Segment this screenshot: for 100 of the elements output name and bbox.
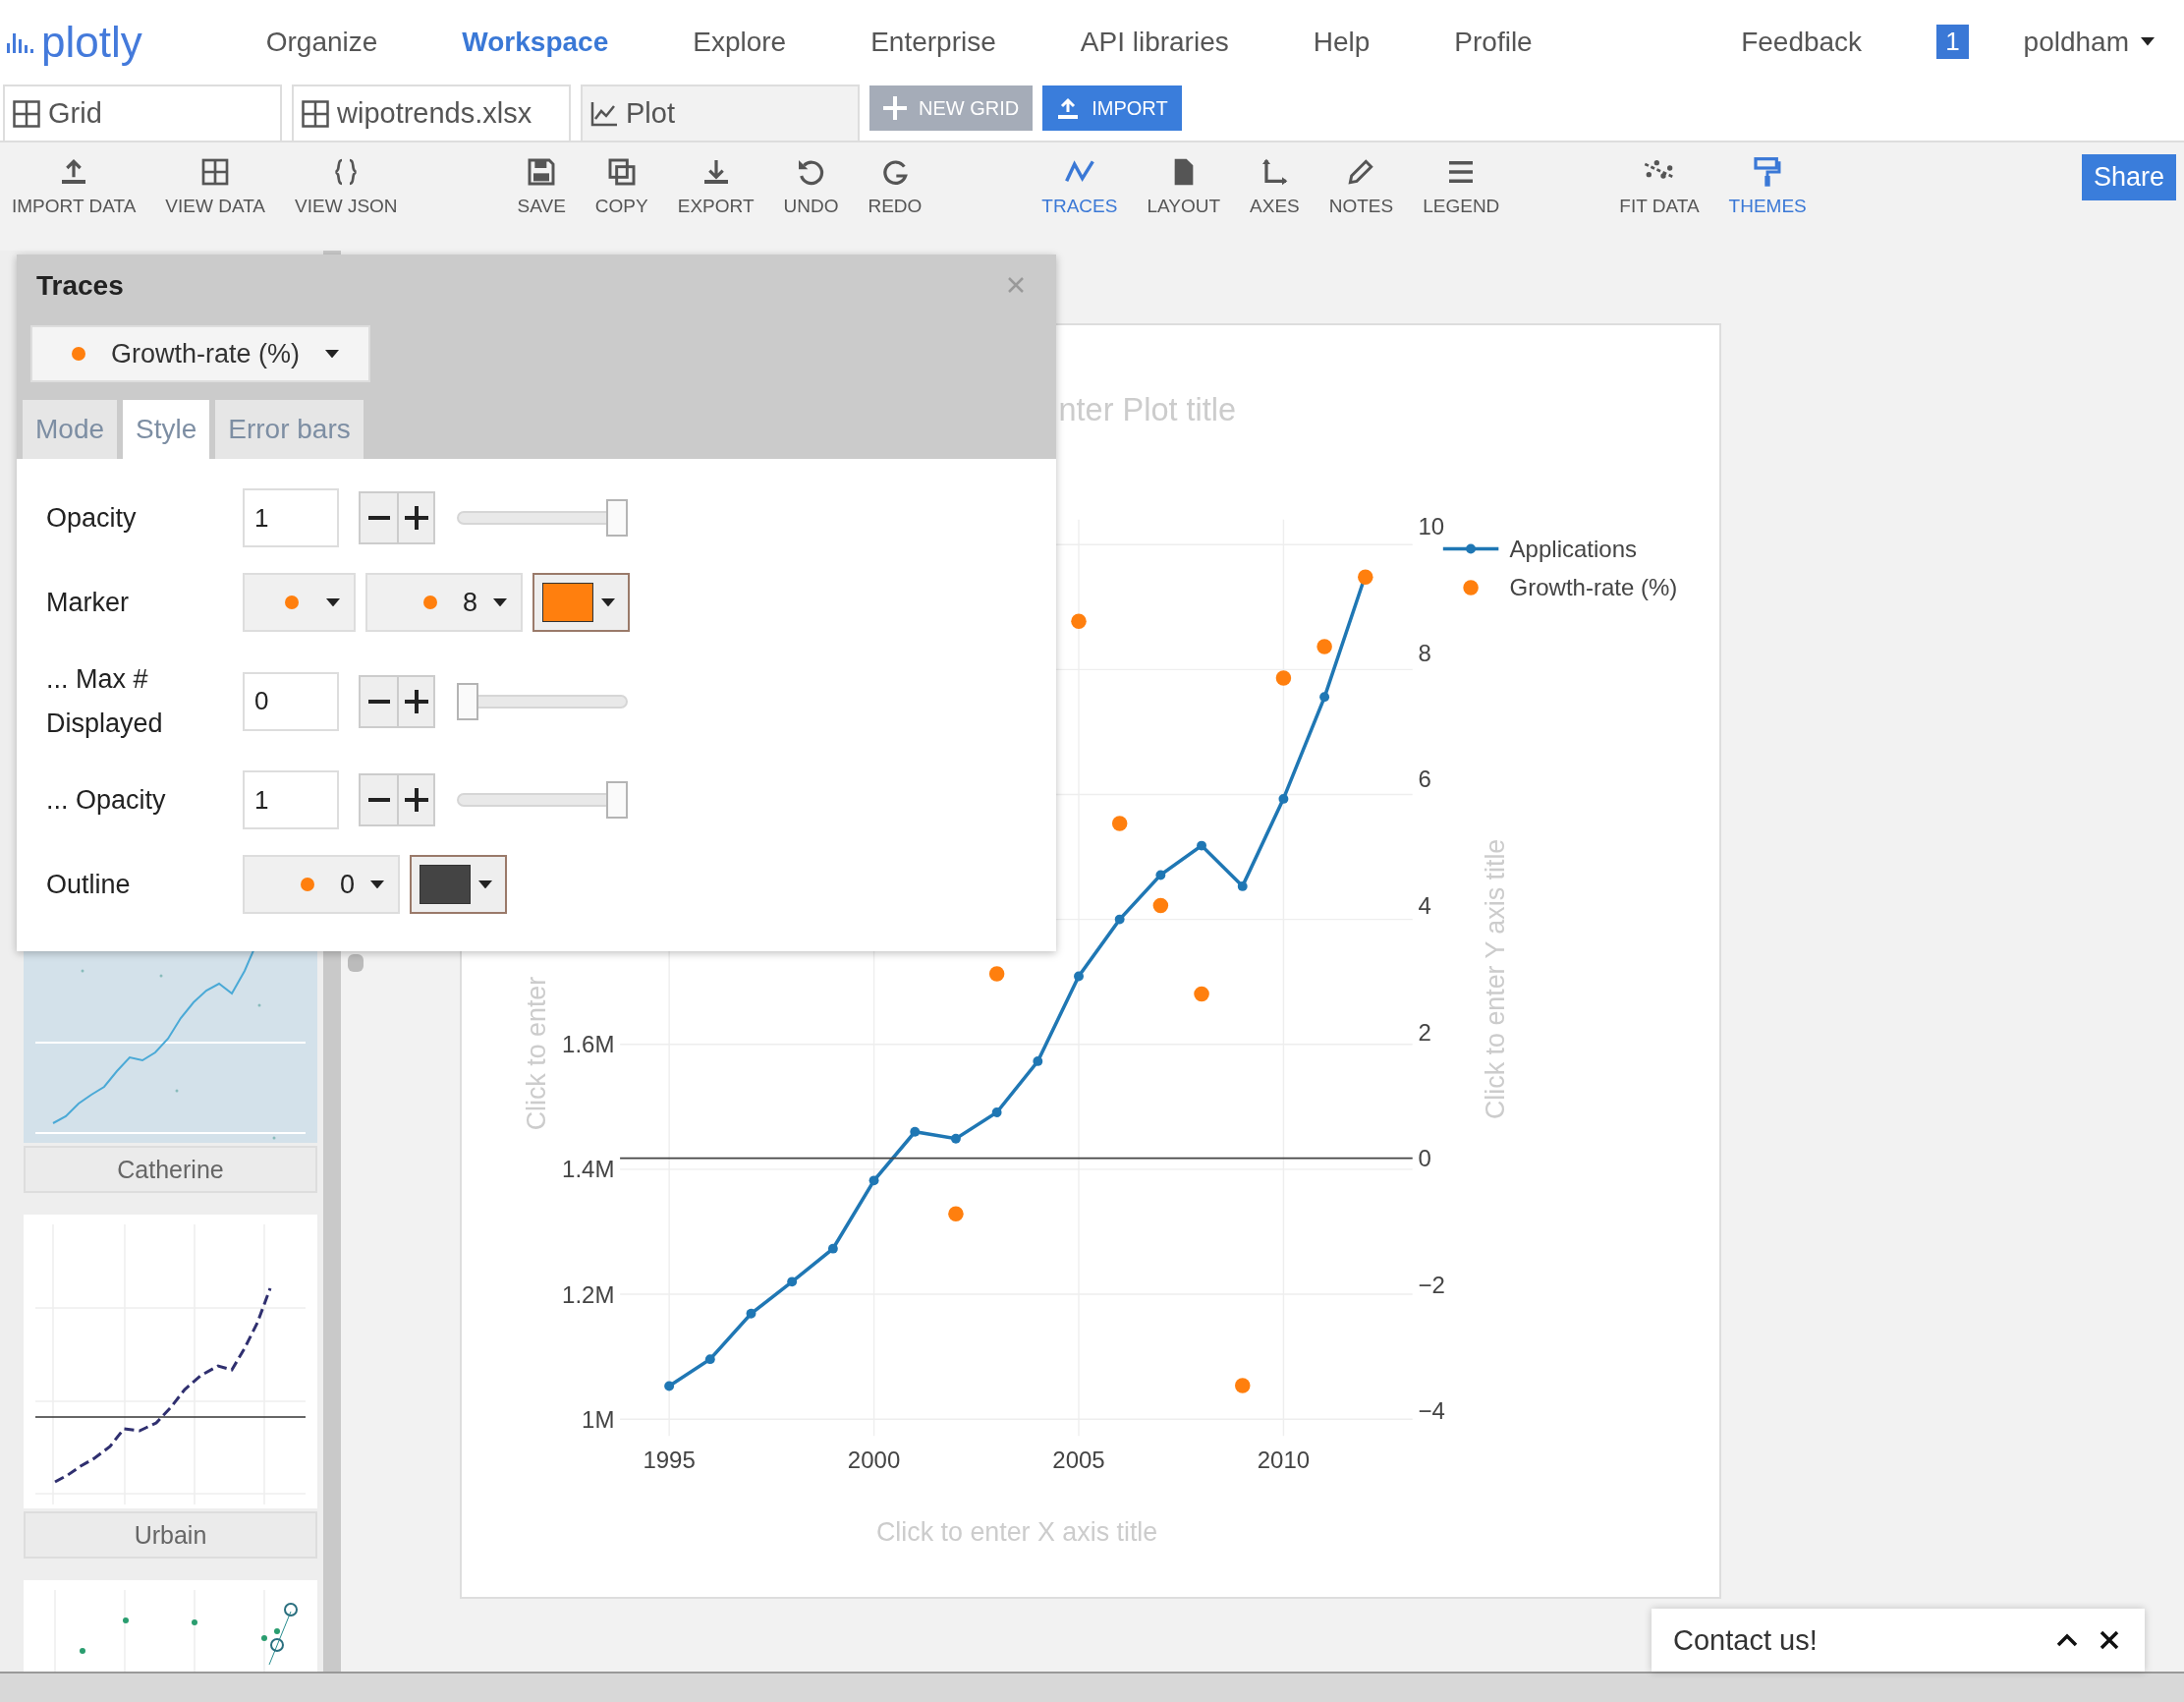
nav-link[interactable]: Enterprise [870,26,996,58]
circle-icon [300,878,314,892]
toolbar-button[interactable]: VIEW JSON [295,156,398,217]
grid-icon [13,99,40,128]
toolbar-button[interactable]: LEGEND [1423,156,1500,217]
slider-thumb[interactable] [457,682,478,720]
scatter-point [1194,986,1209,1002]
close-icon [1007,276,1025,294]
file-tab[interactable]: Grid [3,85,282,141]
close-icon [2100,1630,2119,1650]
scatter-point [1234,1378,1251,1393]
symbol-dropdown[interactable] [243,573,356,632]
action-button[interactable]: IMPORT [1042,85,1182,131]
scatter-point [988,966,1005,982]
slider-thumb[interactable] [606,499,628,537]
minus-icon [367,699,390,704]
file-tab[interactable]: wipotrends.xlsx [292,85,571,141]
toolbar-button[interactable]: AXES [1250,156,1300,217]
axis-tick-label: −4 [1418,1397,1445,1425]
thumbnail-caption[interactable]: Catherine [24,1146,317,1193]
upload-icon [1056,96,1081,120]
contact-widget[interactable]: Contact us! [1652,1609,2145,1672]
scatter-point [1152,897,1169,914]
toolbar-button[interactable]: SAVE [517,156,566,217]
size-dropdown[interactable]: 8 [365,573,523,632]
toolbar-button[interactable]: VIEW DATA [165,156,266,217]
axis-tick-label: 1995 [643,1446,696,1473]
legend-label[interactable]: Growth-rate (%) [1509,574,1678,601]
logo-text[interactable]: plotly [41,17,142,67]
caret-icon [370,879,384,889]
thumbnail-caption[interactable]: Urbain [24,1511,317,1559]
field-label: ... Opacity [46,783,167,817]
legend-line-icon [1442,543,1499,554]
axis-tick-label: 6 [1418,766,1431,793]
scatter-point [1316,639,1332,654]
toolbar-button[interactable]: UNDO [783,156,839,217]
toolbar-button[interactable]: COPY [594,156,648,217]
toolbar-button[interactable]: THEMES [1728,156,1807,217]
file-tab[interactable]: Plot [581,85,860,141]
nav-link[interactable]: Workspace [462,26,609,58]
axis-tick-label: 10 [1418,513,1445,540]
toolbar-button[interactable]: NOTES [1328,156,1394,217]
contact-label: Contact us! [1673,1623,1818,1657]
caret-icon [493,597,507,607]
grid-icon [302,99,329,128]
nav-link[interactable]: Help [1313,26,1371,58]
panel-tab[interactable]: Style [123,400,210,459]
color-picker[interactable] [532,573,630,632]
user-menu[interactable]: poldham [2023,26,2155,58]
field-label: Outline [46,868,132,901]
axis-tick-label: 2 [1418,1018,1431,1046]
axis-tick-label: 1.6M [562,1031,615,1058]
toolbar-button[interactable]: LAYOUT [1147,156,1221,217]
color-picker[interactable] [410,855,507,915]
width-dropdown[interactable]: 0 [243,855,400,915]
scatter-point [948,1206,964,1221]
field-label: Opacity [46,501,138,535]
caret-icon [2141,37,2155,46]
minus-icon [367,798,390,803]
toolbar-button[interactable]: FIT DATA [1619,156,1700,217]
circle-icon [285,596,299,609]
nav-link[interactable]: Explore [693,26,787,58]
axis-tick-label: 1.2M [562,1280,615,1308]
plus-icon [883,96,907,120]
scatter-point [1358,569,1373,586]
notification-badge[interactable]: 1 [1936,25,1969,59]
line-chart-icon [590,100,618,127]
toolbar-button[interactable]: IMPORT DATA [12,156,137,217]
caret-icon [326,597,340,607]
scatter-point [1275,670,1292,686]
trace-dropdown[interactable]: Growth-rate (%) [30,325,370,382]
chart-thumbnail-drawing[interactable] [24,1215,317,1508]
axis-tick-label: 0 [1418,1145,1431,1172]
nav-link[interactable]: Profile [1454,26,1533,58]
scrollbar-thumb[interactable] [348,954,364,972]
axis-tick-label: 2010 [1257,1446,1311,1473]
toolbar-button[interactable]: REDO [868,156,923,217]
slider-track[interactable] [457,499,628,537]
axis-tick-label: 1M [582,1405,615,1433]
number-field[interactable]: 0 [243,671,339,731]
number-field[interactable]: 1 [243,770,339,830]
field-label: Marker [46,586,130,619]
slider-thumb[interactable] [606,781,628,820]
axis-tick-label: 1.4M [562,1156,615,1183]
number-field[interactable]: 1 [243,488,339,547]
legend-label[interactable]: Applications [1509,535,1638,562]
caret-icon [325,349,340,359]
toolbar-button[interactable]: EXPORT [677,156,755,217]
plus-icon [404,788,428,813]
slider-track[interactable] [457,781,628,820]
caret-icon [478,879,492,889]
caret-icon [601,597,615,607]
nav-link[interactable]: Organize [265,26,378,58]
axis-tick-label: 8 [1418,639,1431,666]
nav-link[interactable]: Feedback [1741,26,1863,58]
nav-link[interactable]: API libraries [1080,26,1229,58]
toolbar-button[interactable]: TRACES [1041,156,1118,217]
slider-track[interactable] [457,682,628,720]
share-button[interactable]: Share [2081,154,2176,200]
panel-title: Traces [36,270,124,302]
